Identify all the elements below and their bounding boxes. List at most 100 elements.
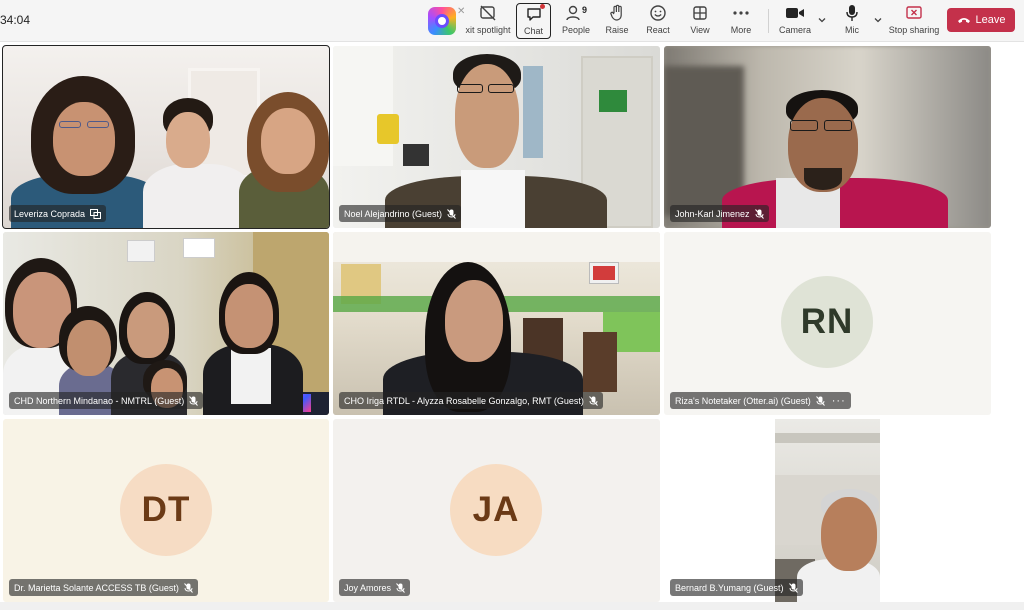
- background-device: [183, 238, 215, 258]
- participant-name: Dr. Marietta Solante ACCESS TB (Guest): [14, 582, 179, 593]
- participant-name-tag: CHO Iriga RTDL - Alyzza Rosabelle Gonzal…: [339, 392, 603, 409]
- background-monitor: [403, 144, 429, 166]
- raise-label: Raise: [605, 25, 629, 35]
- toolbar-divider: [768, 9, 769, 33]
- unread-dot: [539, 4, 545, 9]
- react-label: React: [646, 25, 670, 35]
- view-label: View: [690, 25, 710, 35]
- participant-tile[interactable]: Bernard B.Yumang (Guest): [664, 419, 991, 602]
- glasses: [790, 120, 818, 131]
- stop-sharing-label: Stop sharing: [888, 25, 940, 35]
- participant-tile[interactable]: Leveriza Coprada: [2, 45, 330, 229]
- chat-label: Chat: [523, 26, 543, 36]
- person-shirt: [461, 170, 525, 228]
- mic-off-icon: [815, 395, 825, 406]
- person-face: [127, 302, 169, 358]
- participant-tile[interactable]: DT Dr. Marietta Solante ACCESS TB (Guest…: [3, 419, 329, 602]
- avatar-initials: RN: [800, 302, 854, 341]
- mic-button[interactable]: Mic: [838, 3, 866, 39]
- people-icon: 9: [565, 3, 587, 23]
- camera-button[interactable]: Camera: [778, 3, 812, 39]
- participant-tile[interactable]: CHD Northern Mindanao - NMTRL (Guest): [3, 232, 329, 415]
- mic-options-chevron-icon[interactable]: [872, 14, 884, 26]
- app-launcher-icon[interactable]: [428, 7, 456, 35]
- mic-off-icon: [184, 582, 193, 593]
- mic-off-icon: [589, 395, 598, 406]
- person-face: [445, 280, 503, 362]
- participant-name: CHO Iriga RTDL - Alyzza Rosabelle Gonzal…: [344, 395, 584, 406]
- react-button[interactable]: React: [642, 3, 674, 39]
- participant-name: CHD Northern Mindanao - NMTRL (Guest): [14, 395, 185, 406]
- raise-hand-button[interactable]: Raise: [602, 3, 632, 39]
- avatar-initials: DT: [141, 490, 191, 529]
- background-yellow-box: [377, 114, 399, 144]
- participant-name-tag: Joy Amores: [339, 579, 411, 596]
- participant-name: Joy Amores: [344, 582, 392, 593]
- people-button[interactable]: 9 People: [560, 3, 592, 39]
- stop-sharing-button[interactable]: Stop sharing: [889, 3, 939, 39]
- person-face: [53, 102, 115, 176]
- meeting-timer: 34:04: [0, 13, 31, 27]
- person-face: [261, 108, 315, 174]
- participant-tile[interactable]: Noel Alejandrino (Guest): [333, 46, 660, 228]
- bottom-edge: [0, 602, 1024, 610]
- glasses: [59, 121, 81, 128]
- camera-options-chevron-icon[interactable]: [816, 14, 828, 26]
- stop-share-icon: [906, 3, 922, 23]
- person-body: [143, 164, 253, 228]
- phone-hangup-icon: [957, 18, 970, 23]
- participant-tile[interactable]: CHO Iriga RTDL - Alyzza Rosabelle Gonzal…: [333, 232, 660, 415]
- background-banner: [523, 66, 543, 158]
- person-beard: [804, 168, 842, 190]
- person-face: [166, 112, 210, 168]
- chat-button[interactable]: Chat: [516, 3, 551, 39]
- participant-avatar: RN: [781, 276, 873, 368]
- participant-name: Noel Alejandrino (Guest): [344, 208, 443, 219]
- background-aircon: [127, 240, 155, 262]
- person-shirt: [231, 348, 271, 404]
- smile-icon: [649, 3, 667, 23]
- participant-name-tag: Riza's Notetaker (Otter.ai) (Guest) ···: [670, 392, 851, 409]
- glasses: [457, 84, 483, 93]
- participant-avatar: JA: [450, 464, 542, 556]
- more-button[interactable]: More: [725, 3, 757, 39]
- participant-more-icon[interactable]: ···: [832, 395, 846, 407]
- video-feed: [775, 419, 880, 602]
- exit-spotlight-button[interactable]: xit spotlight: [465, 3, 511, 39]
- mic-label: Mic: [845, 25, 859, 35]
- participant-tile[interactable]: JA Joy Amores: [333, 419, 660, 602]
- people-count: 9: [581, 5, 587, 15]
- participant-name-tag: Noel Alejandrino (Guest): [339, 205, 462, 222]
- participant-name: John-Karl Jimenez: [675, 208, 750, 219]
- person-face: [821, 497, 877, 571]
- participant-name-tag: Leveriza Coprada: [9, 205, 107, 222]
- glasses: [87, 121, 109, 128]
- mic-off-icon: [788, 582, 798, 593]
- participant-name: Riza's Notetaker (Otter.ai) (Guest): [675, 395, 811, 406]
- more-icon: [732, 3, 750, 23]
- exit-spotlight-label: xit spotlight: [465, 25, 511, 35]
- share-screen-icon: [90, 208, 102, 219]
- participant-tile[interactable]: RN Riza's Notetaker (Otter.ai) (Guest) ·…: [664, 232, 991, 415]
- participant-avatar: DT: [120, 464, 212, 556]
- participant-name-tag: Bernard B.Yumang (Guest): [670, 579, 803, 596]
- background-wall: [333, 46, 393, 166]
- participant-name: Bernard B.Yumang (Guest): [675, 582, 784, 593]
- view-button[interactable]: View: [684, 3, 716, 39]
- mic-off-icon: [396, 582, 405, 593]
- chat-icon: [525, 4, 545, 24]
- background-sign: [599, 90, 627, 112]
- mic-off-icon: [447, 208, 456, 219]
- participant-name: Leveriza Coprada: [14, 208, 86, 219]
- mic-off-icon: [189, 395, 199, 406]
- leave-button[interactable]: Leave: [947, 8, 1015, 32]
- glasses: [824, 120, 852, 131]
- grid-icon: [692, 3, 708, 23]
- participant-tile[interactable]: John-Karl Jimenez: [664, 46, 991, 228]
- camera-label: Camera: [778, 25, 811, 35]
- microphone-icon: [845, 3, 859, 23]
- spotlight-off-icon: [479, 3, 497, 23]
- projector-content: [593, 266, 615, 280]
- avatar-initials: JA: [472, 490, 520, 529]
- participant-name-tag: John-Karl Jimenez: [670, 205, 769, 222]
